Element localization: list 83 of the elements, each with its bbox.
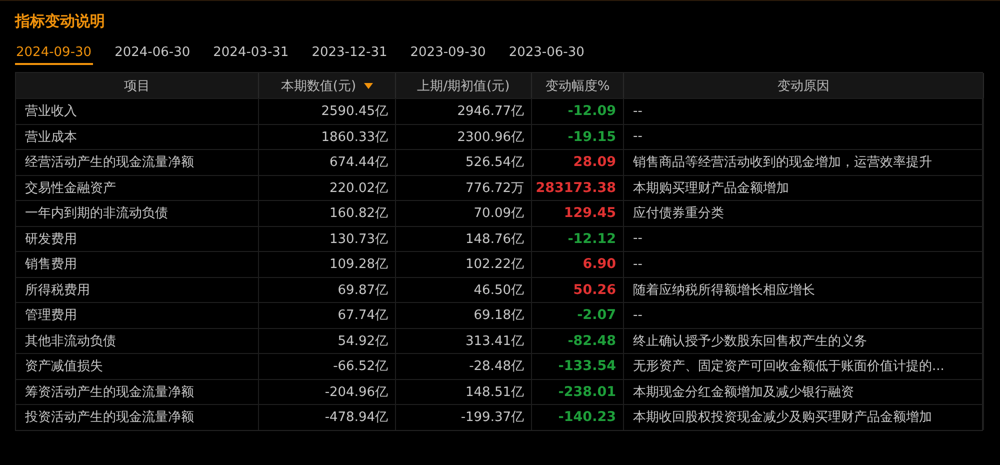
column-header-label: 项目 [124, 78, 150, 94]
table-cell: 2946.77亿 [396, 98, 532, 124]
table-cell: -28.48亿 [396, 353, 532, 378]
table-cell: 2300.96亿 [396, 124, 532, 149]
table-cell: 其他非流动负债 [16, 328, 259, 353]
table-cell: 筹资活动产生的现金流量净额 [16, 378, 259, 404]
table-cell: 管理费用 [16, 302, 259, 328]
table-cell: -- [624, 124, 984, 149]
table-cell: 2590.45亿 [259, 98, 396, 124]
table-cell: -478.94亿 [259, 404, 396, 430]
table-cell: 776.72万 [396, 174, 532, 200]
table-cell: 109.28亿 [259, 251, 396, 276]
change-value: 6.90 [582, 256, 616, 272]
column-header[interactable]: 上期/期初值(元) [396, 73, 532, 98]
change-value: 129.45 [564, 205, 616, 222]
table-cell: 交易性金融资产 [16, 174, 259, 200]
table-cell: -- [624, 302, 984, 328]
table-cell: 终止确认授予少数股东回售权产生的义务 [624, 328, 984, 353]
table-cell: 研发费用 [16, 226, 259, 251]
table-cell: 投资活动产生的现金流量净额 [16, 404, 259, 430]
column-header-label: 变动幅度% [545, 78, 610, 94]
table-cell: -- [624, 251, 984, 276]
column-header[interactable]: 变动幅度% [532, 73, 624, 98]
table-cell: -- [624, 98, 984, 124]
table-cell: 营业收入 [16, 98, 259, 124]
change-value: 283173.38 [536, 180, 616, 196]
table-cell: 70.09亿 [396, 200, 532, 226]
table-cell: 应付债券重分类 [624, 200, 984, 226]
table-cell: 313.41亿 [396, 328, 532, 353]
date-tab[interactable]: 2024-06-30 [114, 45, 192, 65]
table-cell: 营业成本 [16, 124, 259, 149]
column-header-label: 变动原因 [778, 78, 830, 94]
table-cell: 69.18亿 [396, 302, 532, 328]
panel-title: 指标变动说明 [15, 11, 106, 32]
table-cell: 1860.33亿 [259, 124, 396, 149]
table-cell: 220.02亿 [259, 174, 396, 200]
change-value: -82.48 [568, 332, 616, 349]
table-cell: 130.73亿 [259, 226, 396, 251]
table-cell: 随着应纳税所得额增长相应增长 [624, 276, 984, 302]
table-cell: 无形资产、固定资产可回收金额低于账面价值计提的... [624, 353, 984, 378]
table-cell: 69.87亿 [259, 276, 396, 302]
sort-caret-icon[interactable] [364, 82, 374, 88]
table-cell: 46.50亿 [396, 276, 532, 302]
table-cell: 销售费用 [16, 251, 259, 276]
table-cell: 67.74亿 [259, 302, 396, 328]
column-header[interactable]: 本期数值(元) [259, 73, 396, 98]
change-value: -133.54 [558, 358, 616, 374]
table-cell: -199.37亿 [396, 404, 532, 430]
date-tab[interactable]: 2024-03-31 [212, 45, 290, 65]
change-value: -12.12 [568, 230, 616, 247]
table-cell: 54.92亿 [259, 328, 396, 353]
change-value: -12.09 [568, 103, 616, 120]
column-header[interactable]: 项目 [16, 73, 259, 98]
table-cell: 148.51亿 [396, 378, 532, 404]
table-cell: 销售商品等经营活动收到的现金增加，运营效率提升 [624, 149, 984, 174]
column-header-label: 上期/期初值(元) [417, 78, 510, 94]
change-value: -140.23 [558, 409, 616, 426]
table-cell: 本期购买理财产品金额增加 [624, 174, 984, 200]
table-cell: 所得税费用 [16, 276, 259, 302]
change-value: -238.01 [558, 384, 616, 400]
date-tab[interactable]: 2023-09-30 [409, 45, 487, 65]
table-cell: 本期现金分红金额增加及减少银行融资 [624, 378, 984, 404]
table-cell: 160.82亿 [259, 200, 396, 226]
table-cell: -66.52亿 [259, 353, 396, 378]
table-cell: 一年内到期的非流动负债 [16, 200, 259, 226]
change-value: -19.15 [568, 128, 616, 145]
table-cell: 本期收回股权投资现金减少及购买理财产品金额增加 [624, 404, 984, 430]
table-cell: -- [624, 226, 984, 251]
column-header-label: 本期数值(元) [280, 78, 356, 94]
change-value: 28.09 [573, 154, 616, 170]
column-header[interactable]: 变动原因 [624, 73, 984, 98]
table-cell: 102.22亿 [396, 251, 532, 276]
table-cell: 资产减值损失 [16, 353, 259, 378]
change-value: 50.26 [573, 282, 616, 298]
table-cell: 经营活动产生的现金流量净额 [16, 149, 259, 174]
table-cell: 674.44亿 [259, 149, 396, 174]
change-value: -2.07 [577, 307, 616, 324]
date-tab[interactable]: 2024-09-30 [15, 45, 93, 65]
date-tab[interactable]: 2023-12-31 [310, 45, 388, 65]
table-cell: -204.96亿 [259, 378, 396, 404]
table-cell: 148.76亿 [396, 226, 532, 251]
date-tab[interactable]: 2023-06-30 [508, 45, 586, 65]
table-cell: 526.54亿 [396, 149, 532, 174]
